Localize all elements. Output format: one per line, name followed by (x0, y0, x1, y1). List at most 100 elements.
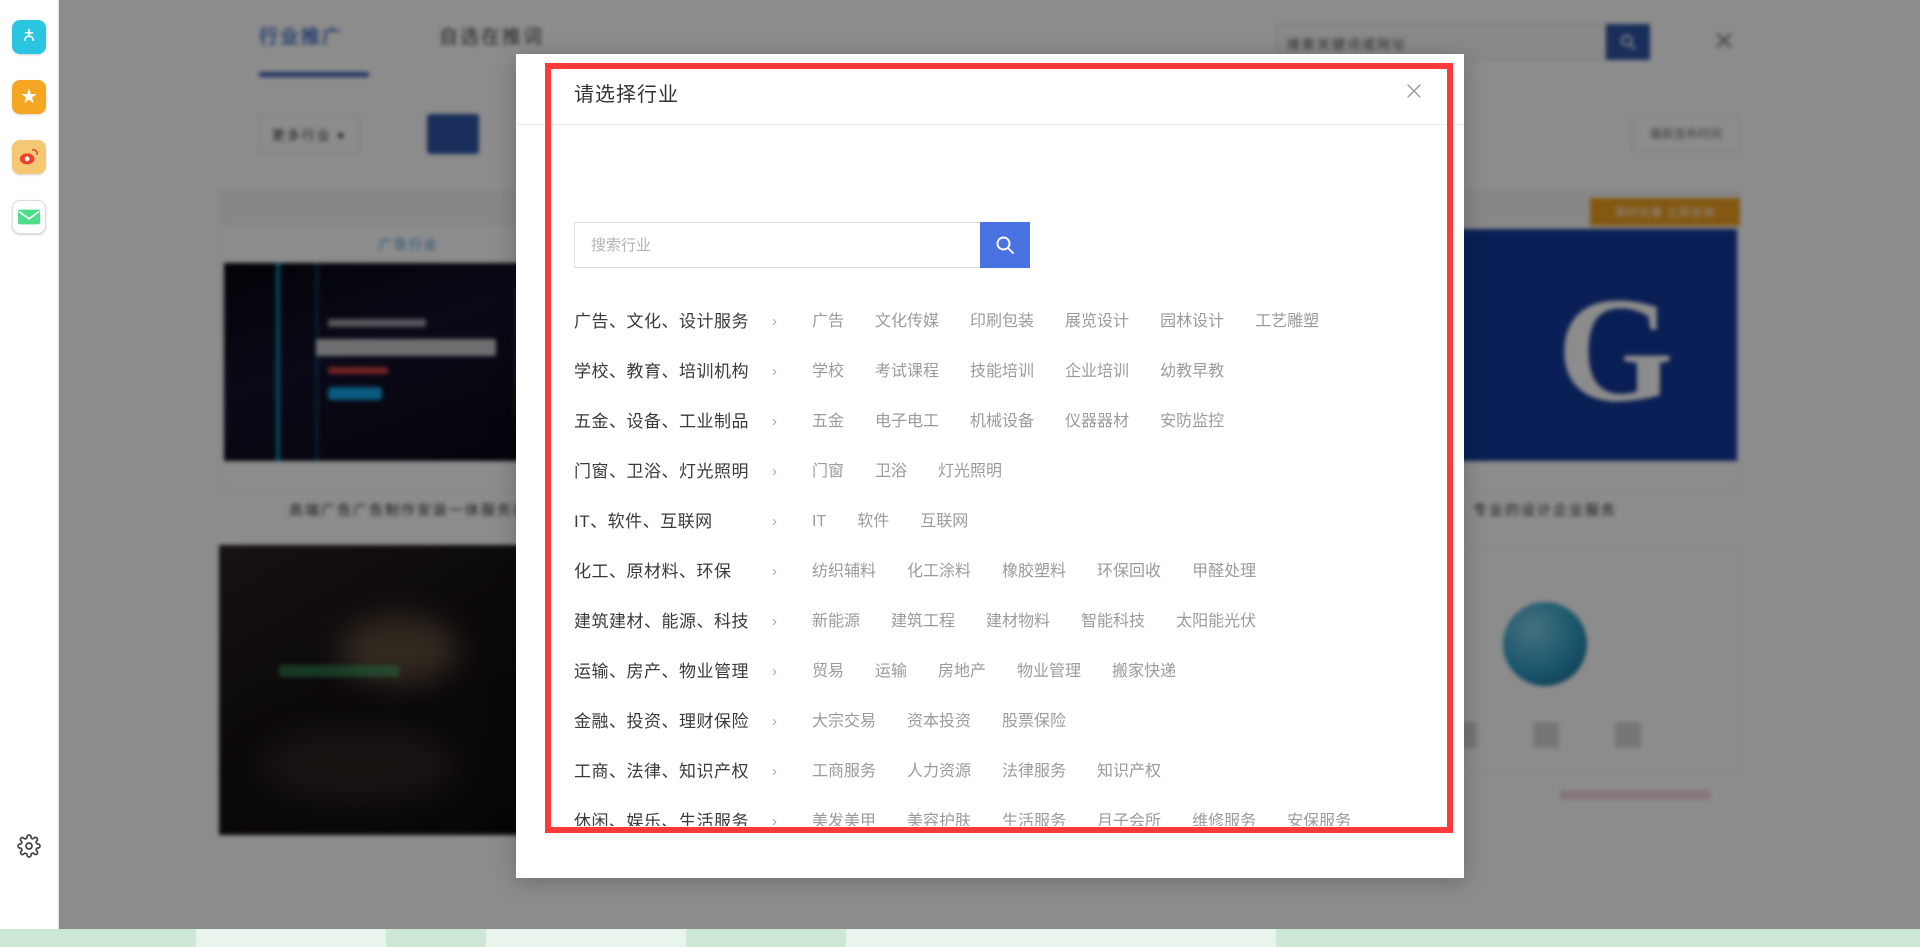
industry-subcategory-item[interactable]: 安保服务 (1287, 797, 1351, 826)
chevron-right-icon[interactable]: › (756, 697, 812, 747)
industry-subcategory-item[interactable]: 门窗 (812, 447, 844, 497)
industry-category-name[interactable]: IT、软件、互联网 (574, 497, 756, 547)
industry-subcategory-item[interactable]: 美发美甲 (812, 797, 876, 826)
app-icon-dingtalk[interactable] (12, 20, 46, 54)
industry-search-button[interactable] (980, 222, 1030, 268)
industry-subcategory-group: 五金电子电工机械设备仪器器材安防监控 (812, 397, 1428, 447)
os-taskbar (0, 929, 1920, 947)
industry-category-row: 运输、房产、物业管理›贸易运输房地产物业管理搬家快递 (574, 647, 1428, 697)
screen: ★ 行业推广 自选在推词 搜索关键词或网址 (0, 0, 1920, 947)
industry-category-name[interactable]: 门窗、卫浴、灯光照明 (574, 447, 756, 497)
industry-subcategory-item[interactable]: 月子会所 (1097, 797, 1161, 826)
industry-subcategory-item[interactable]: 灯光照明 (938, 447, 1002, 497)
chevron-right-icon[interactable]: › (756, 597, 812, 647)
industry-category-name[interactable]: 工商、法律、知识产权 (574, 747, 756, 797)
industry-subcategory-item[interactable]: 工艺雕塑 (1255, 297, 1319, 347)
industry-subcategory-item[interactable]: 学校 (812, 347, 844, 397)
mail-glyph (17, 208, 41, 226)
industry-subcategory-item[interactable]: 卫浴 (875, 447, 907, 497)
industry-subcategory-item[interactable]: 化工涂料 (907, 547, 971, 597)
close-icon (1404, 81, 1424, 101)
industry-category-row: 化工、原材料、环保›纺织辅料化工涂料橡胶塑料环保回收甲醛处理 (574, 547, 1428, 597)
chevron-right-icon[interactable]: › (756, 547, 812, 597)
industry-subcategory-item[interactable]: 园林设计 (1160, 297, 1224, 347)
industry-category-row: 学校、教育、培训机构›学校考试课程技能培训企业培训幼教早教 (574, 347, 1428, 397)
industry-subcategory-item[interactable]: 幼教早教 (1160, 347, 1224, 397)
chevron-right-icon[interactable]: › (756, 797, 812, 826)
industry-subcategory-item[interactable]: 展览设计 (1065, 297, 1129, 347)
industry-subcategory-item[interactable]: 印刷包装 (970, 297, 1034, 347)
industry-category-row: 五金、设备、工业制品›五金电子电工机械设备仪器器材安防监控 (574, 397, 1428, 447)
industry-category-row: 工商、法律、知识产权›工商服务人力资源法律服务知识产权 (574, 747, 1428, 797)
industry-subcategory-item[interactable]: 大宗交易 (812, 697, 876, 747)
dialog-title: 请选择行业 (574, 78, 679, 107)
chevron-right-icon[interactable]: › (756, 297, 812, 347)
app-icon-weibo[interactable] (12, 140, 46, 174)
industry-subcategory-item[interactable]: 环保回收 (1097, 547, 1161, 597)
industry-subcategory-item[interactable]: 法律服务 (1002, 747, 1066, 797)
industry-subcategory-item[interactable]: 维修服务 (1192, 797, 1256, 826)
industry-category-row: 门窗、卫浴、灯光照明›门窗卫浴灯光照明 (574, 447, 1428, 497)
industry-subcategory-item[interactable]: 知识产权 (1097, 747, 1161, 797)
industry-subcategory-item[interactable]: 五金 (812, 397, 844, 447)
industry-subcategory-item[interactable]: 安防监控 (1160, 397, 1224, 447)
industry-subcategory-item[interactable]: 仪器器材 (1065, 397, 1129, 447)
chevron-right-icon[interactable]: › (756, 447, 812, 497)
industry-subcategory-item[interactable]: 人力资源 (907, 747, 971, 797)
industry-subcategory-item[interactable]: 互联网 (920, 497, 968, 547)
industry-subcategory-item[interactable]: 物业管理 (1017, 647, 1081, 697)
chevron-right-icon[interactable]: › (756, 497, 812, 547)
industry-category-name[interactable]: 休闲、娱乐、生活服务 (574, 797, 756, 826)
star-icon: ★ (20, 87, 38, 107)
industry-subcategory-item[interactable]: 股票保险 (1002, 697, 1066, 747)
app-icon-mail[interactable] (12, 200, 46, 234)
industry-category-name[interactable]: 建筑建材、能源、科技 (574, 597, 756, 647)
app-icon-favorites[interactable]: ★ (12, 80, 46, 114)
industry-subcategory-item[interactable]: 橡胶塑料 (1002, 547, 1066, 597)
industry-subcategory-item[interactable]: 智能科技 (1081, 597, 1145, 647)
industry-subcategory-item[interactable]: 建材物料 (986, 597, 1050, 647)
chevron-right-icon[interactable]: › (756, 747, 812, 797)
industry-subcategory-item[interactable]: IT (812, 497, 826, 547)
industry-subcategory-group: 门窗卫浴灯光照明 (812, 447, 1428, 497)
chevron-right-icon[interactable]: › (756, 647, 812, 697)
industry-subcategory-item[interactable]: 纺织辅料 (812, 547, 876, 597)
industry-subcategory-item[interactable]: 电子电工 (875, 397, 939, 447)
gear-icon[interactable] (12, 829, 46, 863)
industry-subcategory-group: 美发美甲美容护肤生活服务月子会所维修服务安保服务母婴服务 (812, 797, 1428, 826)
industry-subcategory-item[interactable]: 新能源 (812, 597, 860, 647)
industry-subcategory-item[interactable]: 太阳能光伏 (1176, 597, 1256, 647)
industry-subcategory-item[interactable]: 建筑工程 (891, 597, 955, 647)
industry-category-name[interactable]: 化工、原材料、环保 (574, 547, 756, 597)
industry-subcategory-item[interactable]: 考试课程 (875, 347, 939, 397)
industry-category-name[interactable]: 运输、房产、物业管理 (574, 647, 756, 697)
industry-subcategory-item[interactable]: 软件 (857, 497, 889, 547)
industry-subcategory-item[interactable]: 生活服务 (1002, 797, 1066, 826)
industry-subcategory-group: IT 软件互联网 (812, 497, 1428, 547)
industry-subcategory-item[interactable]: 甲醛处理 (1192, 547, 1256, 597)
industry-category-row: 休闲、娱乐、生活服务›美发美甲美容护肤生活服务月子会所维修服务安保服务母婴服务 (574, 797, 1428, 826)
industry-subcategory-item[interactable]: 文化传媒 (875, 297, 939, 347)
industry-category-name[interactable]: 学校、教育、培训机构 (574, 347, 756, 397)
chevron-right-icon[interactable]: › (756, 397, 812, 447)
industry-search-input[interactable] (574, 222, 980, 268)
industry-subcategory-item[interactable]: 房地产 (938, 647, 986, 697)
industry-subcategory-group: 学校考试课程技能培训企业培训幼教早教 (812, 347, 1428, 397)
industry-subcategory-item[interactable]: 技能培训 (970, 347, 1034, 397)
industry-subcategory-item[interactable]: 运输 (875, 647, 907, 697)
dialog-close-button[interactable] (1399, 76, 1429, 106)
chevron-right-icon[interactable]: › (756, 347, 812, 397)
industry-category-name[interactable]: 金融、投资、理财保险 (574, 697, 756, 747)
industry-category-name[interactable]: 广告、文化、设计服务 (574, 297, 756, 347)
industry-subcategory-item[interactable]: 企业培训 (1065, 347, 1129, 397)
industry-category-name[interactable]: 五金、设备、工业制品 (574, 397, 756, 447)
industry-subcategory-item[interactable]: 工商服务 (812, 747, 876, 797)
industry-subcategory-item[interactable]: 贸易 (812, 647, 844, 697)
industry-subcategory-group: 新能源建筑工程建材物料智能科技太阳能光伏 (812, 597, 1428, 647)
industry-subcategory-item[interactable]: 机械设备 (970, 397, 1034, 447)
industry-subcategory-item[interactable]: 搬家快递 (1112, 647, 1176, 697)
industry-subcategory-item[interactable]: 资本投资 (907, 697, 971, 747)
taskbar-segment (846, 929, 1276, 947)
industry-subcategory-item[interactable]: 美容护肤 (907, 797, 971, 826)
industry-subcategory-item[interactable]: 广告 (812, 297, 844, 347)
